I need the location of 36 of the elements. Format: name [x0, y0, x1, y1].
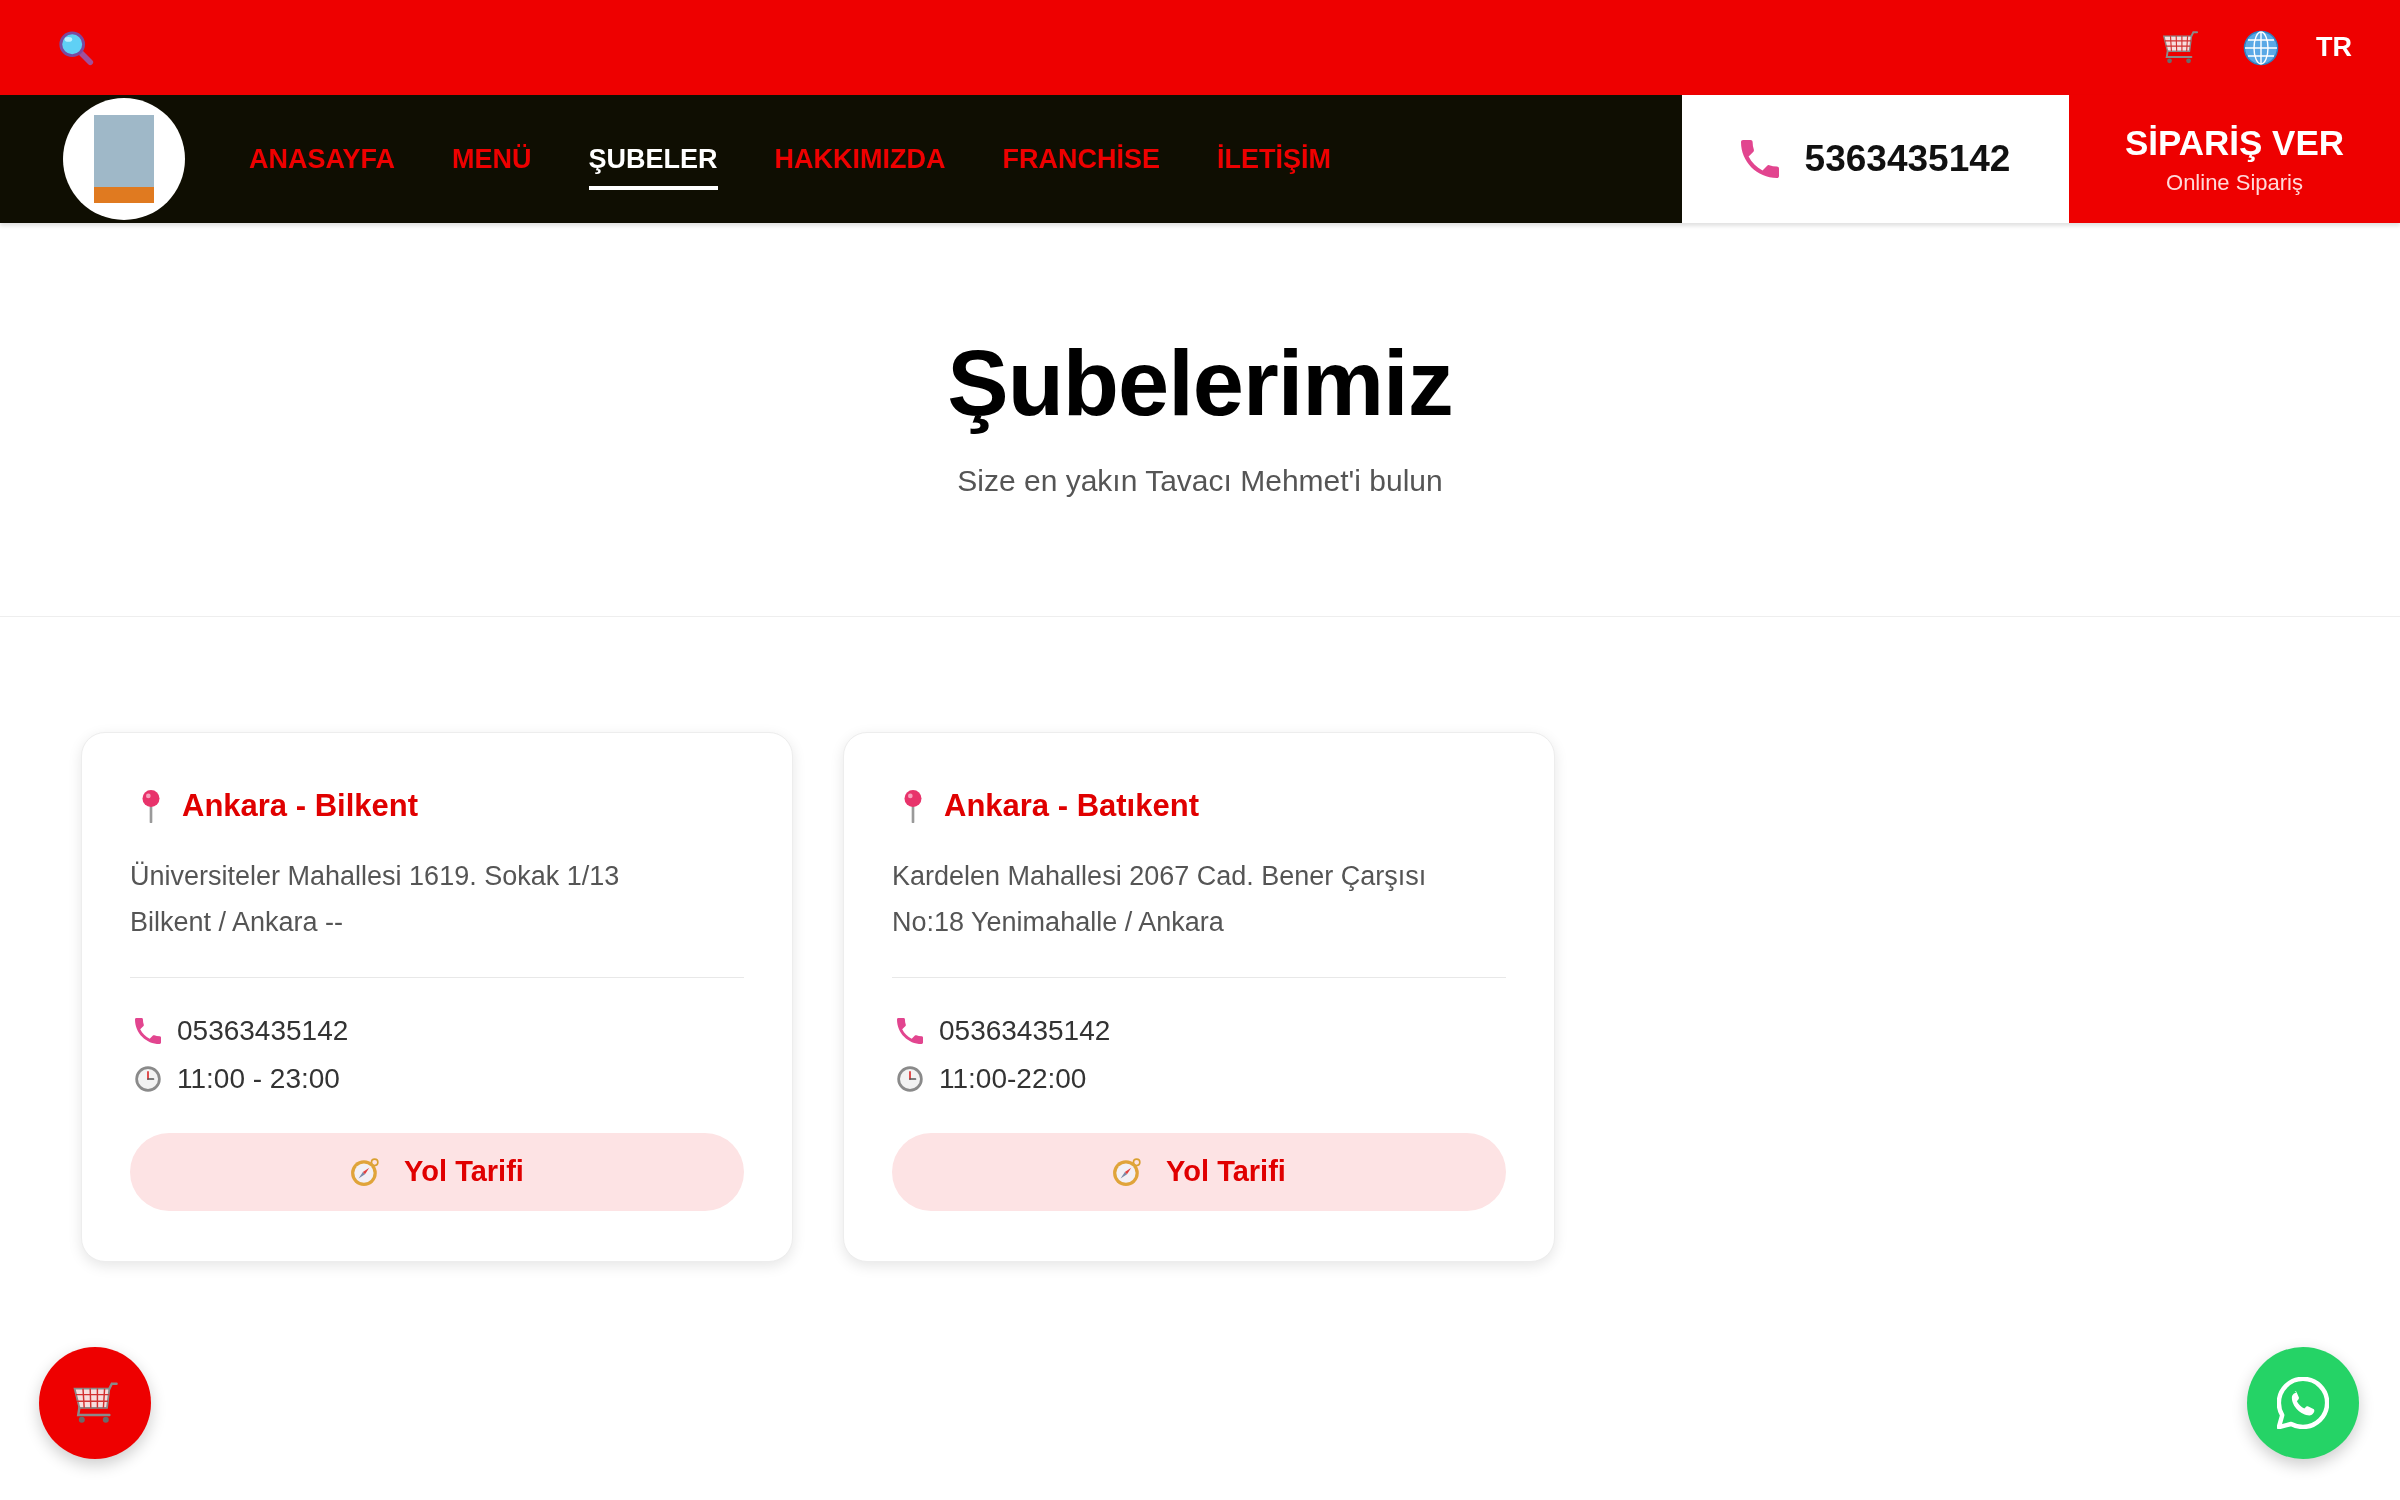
phone-number: 05363435142	[177, 1014, 349, 1049]
nav-tab[interactable]: FRANCHİSE	[1002, 128, 1161, 190]
phone-icon	[897, 1018, 923, 1045]
directions-button[interactable]: Yol Tarifi	[130, 1133, 744, 1212]
address-text: Kardelen Mahallesi 2067 Cad. Bener Çarşısı No:18 Yenimahalle / Ankara	[892, 860, 1428, 940]
clock-icon	[135, 1066, 161, 1093]
cart-icon[interactable]	[2161, 30, 2199, 65]
cart-button[interactable]	[39, 1347, 151, 1459]
nav-tab[interactable]: HAKKIMIZDA	[774, 128, 946, 190]
language-button[interactable]: TR	[2243, 29, 2352, 66]
page-subtitle: Size en yakın Tavacı Mehmet'i bulun	[957, 463, 1443, 500]
phone-icon	[1740, 140, 1779, 178]
phone-bubble-icon	[2277, 1377, 2329, 1429]
pin-icon	[140, 788, 162, 823]
nav-tab[interactable]: ANASAYFA	[249, 128, 396, 190]
globe-icon	[2243, 29, 2279, 66]
opening-hours: 11:00 - 23:00	[177, 1062, 340, 1097]
directions-button[interactable]: Yol Tarifi	[892, 1133, 1506, 1212]
nav-tab[interactable]: ŞUBELER	[588, 128, 718, 190]
nav-tab[interactable]: MENÜ	[452, 128, 532, 190]
branch-name: Ankara - Bilkent	[182, 787, 418, 825]
phone-number: 05363435142	[939, 1014, 1111, 1049]
phone-link[interactable]: 5363435142	[1682, 95, 2069, 223]
compass-icon	[350, 1157, 381, 1188]
pin-icon	[902, 788, 924, 823]
opening-hours: 11:00-22:00	[939, 1062, 1087, 1097]
page-title: Şubelerimiz	[947, 333, 1453, 435]
clock-icon	[897, 1066, 923, 1093]
nav-tab[interactable]: İLETİŞİM	[1217, 128, 1332, 190]
compass-icon	[1112, 1157, 1143, 1188]
search-icon[interactable]	[57, 28, 95, 67]
phone-icon	[135, 1018, 161, 1045]
order-button[interactable]: SİPARİŞ VER Online Sipariş	[2069, 95, 2400, 223]
cart-icon	[71, 1381, 119, 1425]
branch-name: Ankara - Batıkent	[944, 787, 1199, 825]
address-text: Üniversiteler Mahallesi 1619. Sokak 1/13 Bilkent / Ankara --	[130, 860, 621, 940]
